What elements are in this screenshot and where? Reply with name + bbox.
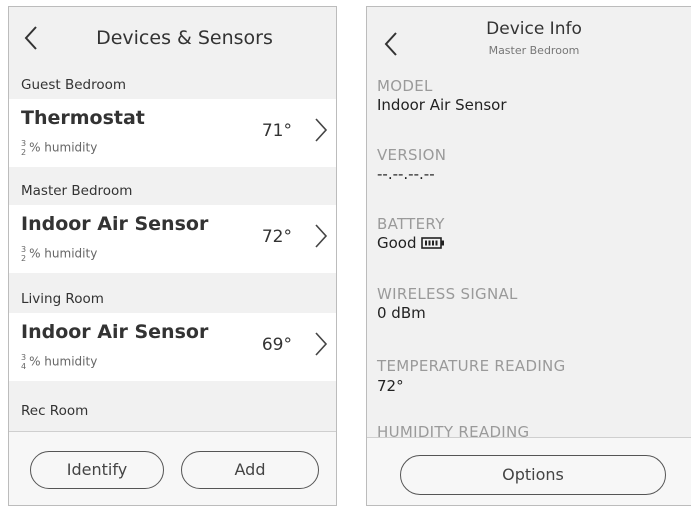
device-row-indoor-air-sensor[interactable]: Indoor Air Sensor 3 2% humidity 72° xyxy=(9,205,336,273)
wireless-signal-value: 0 dBm xyxy=(377,304,426,322)
room-header-living-room: Living Room xyxy=(21,291,104,307)
page-title: Device Info xyxy=(486,19,582,39)
device-row-thermostat[interactable]: Thermostat 3 2% humidity 71° xyxy=(9,99,336,167)
device-row-indoor-air-sensor[interactable]: Indoor Air Sensor 3 4% humidity 69° xyxy=(9,313,336,381)
device-temperature: 71° xyxy=(261,121,292,141)
chevron-left-icon[interactable] xyxy=(383,31,399,57)
device-name: Indoor Air Sensor xyxy=(21,321,209,343)
humidity-reading: 3 2% humidity xyxy=(21,139,98,157)
page-subtitle: Master Bedroom xyxy=(488,44,580,57)
model-label: MODEL xyxy=(377,77,433,95)
room-header-master-bedroom: Master Bedroom xyxy=(21,183,133,199)
humidity-reading: 3 4% humidity xyxy=(21,353,98,371)
device-temperature: 69° xyxy=(261,335,292,355)
temperature-reading-label: TEMPERATURE READING xyxy=(377,357,566,375)
devices-and-sensors-screen: Devices & Sensors Guest Bedroom Thermost… xyxy=(8,6,337,506)
device-temperature: 72° xyxy=(261,227,292,247)
chevron-right-icon xyxy=(314,117,328,147)
device-info-screen: Device Info Master Bedroom MODEL Indoor … xyxy=(366,6,691,506)
chevron-right-icon xyxy=(314,223,328,253)
page-title: Devices & Sensors xyxy=(96,27,273,49)
options-button[interactable]: Options xyxy=(400,455,666,495)
chevron-right-icon xyxy=(314,331,328,361)
battery-full-icon xyxy=(420,236,445,254)
battery-label: BATTERY xyxy=(377,215,445,233)
humidity-reading: 3 2% humidity xyxy=(21,245,98,263)
identify-button[interactable]: Identify xyxy=(30,451,164,489)
temperature-reading-value: 72° xyxy=(377,377,404,395)
version-label: VERSION xyxy=(377,146,447,164)
battery-status: Good xyxy=(377,234,417,252)
room-header-rec-room: Rec Room xyxy=(21,403,89,419)
battery-value: Good xyxy=(377,234,445,254)
add-button[interactable]: Add xyxy=(181,451,319,489)
device-name: Thermostat xyxy=(21,107,145,129)
version-value: --.--.--.-- xyxy=(377,165,435,183)
device-name: Indoor Air Sensor xyxy=(21,213,209,235)
wireless-signal-label: WIRELESS SIGNAL xyxy=(377,285,518,303)
model-value: Indoor Air Sensor xyxy=(377,96,507,114)
room-header-guest-bedroom: Guest Bedroom xyxy=(21,77,127,93)
